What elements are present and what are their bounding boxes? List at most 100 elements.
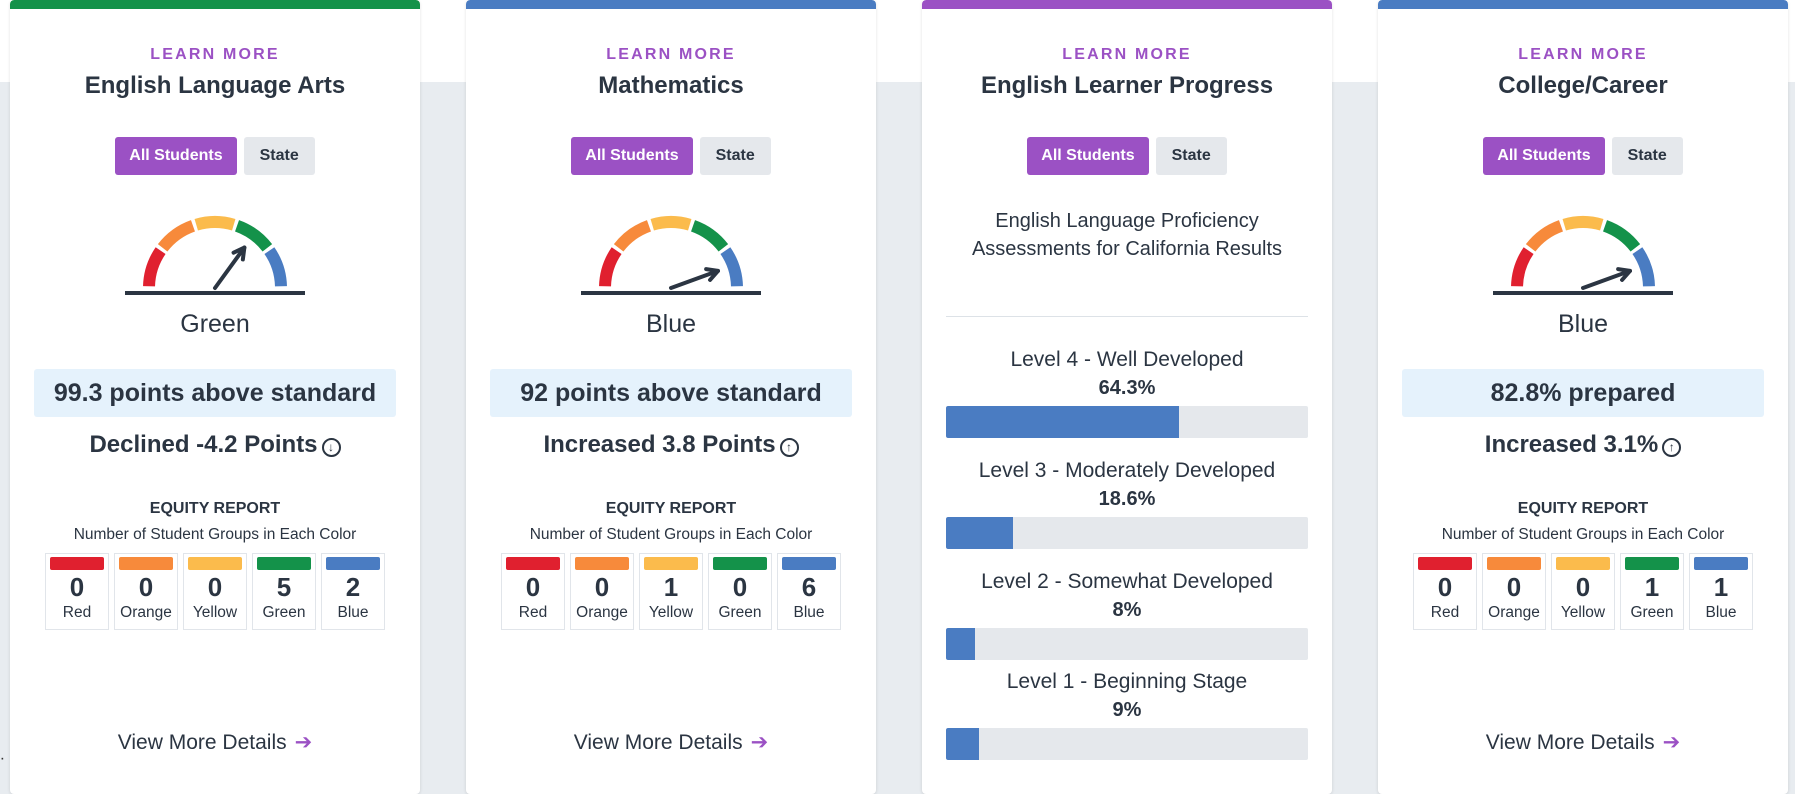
view-more-details-link[interactable]: View More Details ➔ bbox=[1378, 730, 1788, 755]
level-bar-fill bbox=[946, 628, 975, 660]
level-bar-track bbox=[946, 406, 1308, 438]
level-value: 18.6% bbox=[1098, 488, 1156, 510]
card-topbar bbox=[922, 0, 1332, 9]
learn-more-link[interactable]: LEARN MORE bbox=[922, 46, 1332, 64]
card-topbar bbox=[10, 0, 420, 9]
all-students-button[interactable]: All Students bbox=[1483, 137, 1605, 175]
assessment-description: English Language Proficiency Assessments… bbox=[971, 210, 1283, 260]
learn-more-link[interactable]: LEARN MORE bbox=[466, 46, 876, 64]
gauge-segment bbox=[157, 220, 196, 252]
gauge-segment bbox=[1632, 247, 1655, 287]
blue-swatch bbox=[1694, 557, 1748, 570]
green-swatch bbox=[713, 557, 767, 570]
equity-count: 0 bbox=[525, 572, 541, 602]
card-title: English Learner Progress bbox=[980, 72, 1274, 99]
circle-arrow-down-icon: ↓ bbox=[321, 438, 341, 457]
equity-count: 0 bbox=[1506, 572, 1522, 602]
equity-report-title: EQUITY REPORT bbox=[605, 500, 737, 517]
green-swatch bbox=[257, 557, 311, 570]
all-students-button[interactable]: All Students bbox=[115, 137, 237, 175]
student-toggle: All Students State bbox=[1378, 137, 1788, 175]
view-more-label: View More Details bbox=[1485, 731, 1655, 754]
equity-cell-red: 0 Red bbox=[1413, 553, 1477, 630]
level-bar-track bbox=[946, 728, 1308, 760]
section-divider bbox=[946, 316, 1308, 317]
equity-cell-red: 0 Red bbox=[501, 553, 565, 630]
gauge-segment bbox=[1511, 247, 1534, 287]
view-more-details-link[interactable]: View More Details ➔ bbox=[10, 730, 420, 755]
yellow-swatch bbox=[1556, 557, 1610, 570]
gauge-dial-icon bbox=[125, 216, 305, 295]
equity-label: Green bbox=[718, 604, 762, 621]
level-2-row: Level 2 - Somewhat Developed 8% bbox=[946, 568, 1308, 660]
edge-glyph: ᐧ bbox=[0, 752, 5, 769]
level-name: Level 4 - Well Developed bbox=[1010, 348, 1244, 371]
yellow-swatch bbox=[188, 557, 242, 570]
change-text: Increased 3.1% bbox=[1484, 431, 1659, 458]
state-button[interactable]: State bbox=[243, 137, 315, 175]
state-button[interactable]: State bbox=[1155, 137, 1227, 175]
green-swatch bbox=[1625, 557, 1679, 570]
gauge-segment bbox=[143, 247, 166, 287]
equity-report-subtitle: Number of Student Groups in Each Color bbox=[73, 526, 357, 543]
view-more-label: View More Details bbox=[573, 731, 743, 754]
level-bar-fill bbox=[946, 728, 979, 760]
gauge-segment bbox=[599, 247, 622, 287]
student-toggle: All Students State bbox=[466, 137, 876, 175]
level-value: 9% bbox=[1112, 699, 1142, 721]
card-college-career: LEARN MORE College/Career All Students S… bbox=[1378, 0, 1788, 794]
level-name: Level 2 - Somewhat Developed bbox=[981, 570, 1273, 593]
equity-label: Green bbox=[262, 604, 306, 621]
equity-label: Red bbox=[518, 604, 548, 621]
equity-cell-red: 0 Red bbox=[45, 553, 109, 630]
equity-cell-yellow: 1 Yellow bbox=[639, 553, 703, 630]
all-students-button[interactable]: All Students bbox=[1027, 137, 1149, 175]
equity-grid: 0 Red 0 Orange 0 Yellow 1 Green 1 Blue bbox=[1378, 553, 1788, 630]
equity-cell-blue: 2 Blue bbox=[321, 553, 385, 630]
equity-count: 0 bbox=[732, 572, 748, 602]
equity-cell-orange: 0 Orange bbox=[114, 553, 178, 630]
learn-more-link[interactable]: LEARN MORE bbox=[10, 46, 420, 64]
equity-count: 1 bbox=[663, 572, 679, 602]
orange-swatch bbox=[575, 557, 629, 570]
equity-cell-blue: 1 Blue bbox=[1689, 553, 1753, 630]
level-bar-fill bbox=[946, 406, 1179, 438]
equity-cell-yellow: 0 Yellow bbox=[1551, 553, 1615, 630]
level-value: 8% bbox=[1112, 599, 1142, 621]
gauge-segment bbox=[1525, 220, 1564, 252]
equity-grid: 0 Red 0 Orange 0 Yellow 5 Green 2 Blue bbox=[10, 553, 420, 630]
equity-label: Yellow bbox=[192, 604, 238, 621]
equity-label: Green bbox=[1630, 604, 1674, 621]
equity-count: 0 bbox=[594, 572, 610, 602]
equity-count: 0 bbox=[138, 572, 154, 602]
equity-cell-green: 5 Green bbox=[252, 553, 316, 630]
level-name: Level 3 - Moderately Developed bbox=[978, 459, 1276, 482]
equity-count: 0 bbox=[1437, 572, 1453, 602]
gauge-segment bbox=[194, 216, 236, 231]
status-box: 92 points above standard bbox=[490, 369, 852, 417]
change-indicator: Declined -4.2 Points ↓ bbox=[10, 431, 420, 459]
equity-count: 1 bbox=[1644, 572, 1660, 602]
equity-cell-yellow: 0 Yellow bbox=[183, 553, 247, 630]
gauge-segment bbox=[690, 220, 729, 252]
performance-gauge bbox=[10, 200, 420, 296]
circle-arrow-up-icon: ↑ bbox=[1662, 438, 1682, 457]
gauge-needle bbox=[213, 245, 247, 290]
gauge-segment bbox=[234, 220, 273, 252]
gauge-dial-icon bbox=[581, 216, 761, 295]
state-button[interactable]: State bbox=[699, 137, 771, 175]
equity-report-subtitle: Number of Student Groups in Each Color bbox=[529, 526, 813, 543]
performance-gauge bbox=[1378, 200, 1788, 296]
view-more-details-link[interactable]: View More Details ➔ bbox=[466, 730, 876, 755]
orange-swatch bbox=[1487, 557, 1541, 570]
equity-count: 6 bbox=[801, 572, 817, 602]
state-button[interactable]: State bbox=[1611, 137, 1683, 175]
level-3-row: Level 3 - Moderately Developed 18.6% bbox=[946, 457, 1308, 549]
card-title: Mathematics bbox=[598, 72, 744, 99]
learn-more-link[interactable]: LEARN MORE bbox=[1378, 46, 1788, 64]
red-swatch bbox=[1418, 557, 1472, 570]
level-bar-track bbox=[946, 628, 1308, 660]
performance-color-label: Green bbox=[180, 310, 250, 338]
view-more-label: View More Details bbox=[117, 731, 287, 754]
all-students-button[interactable]: All Students bbox=[571, 137, 693, 175]
